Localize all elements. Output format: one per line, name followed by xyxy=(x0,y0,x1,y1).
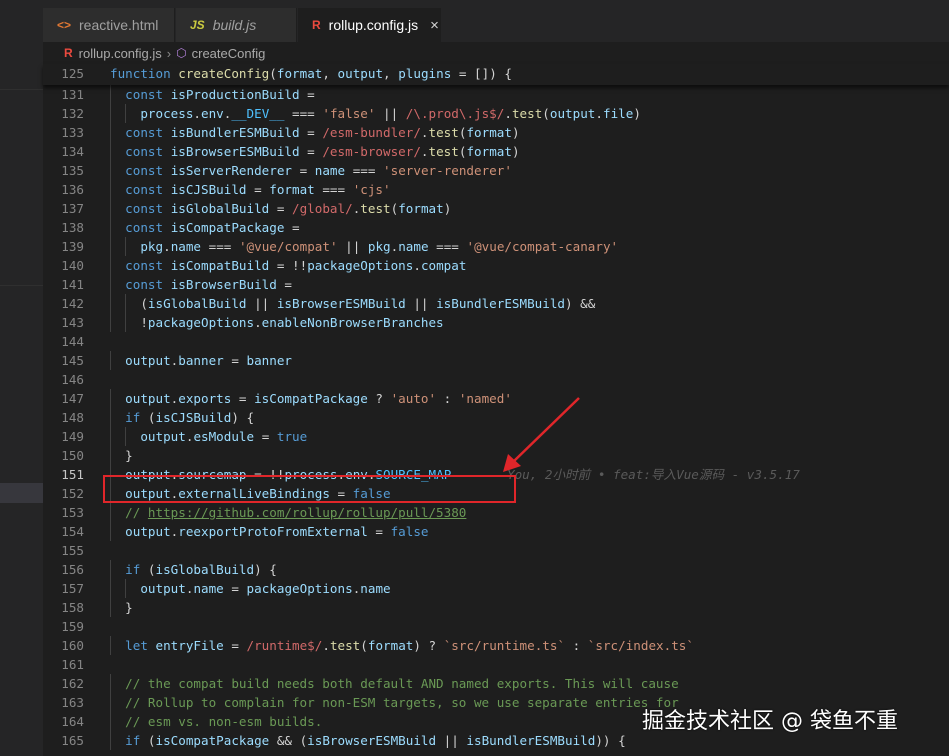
watermark: 掘金技术社区 @ 袋鱼不重 xyxy=(642,709,898,734)
annotation-arrow xyxy=(503,397,580,472)
arrow-shaft xyxy=(512,397,580,463)
